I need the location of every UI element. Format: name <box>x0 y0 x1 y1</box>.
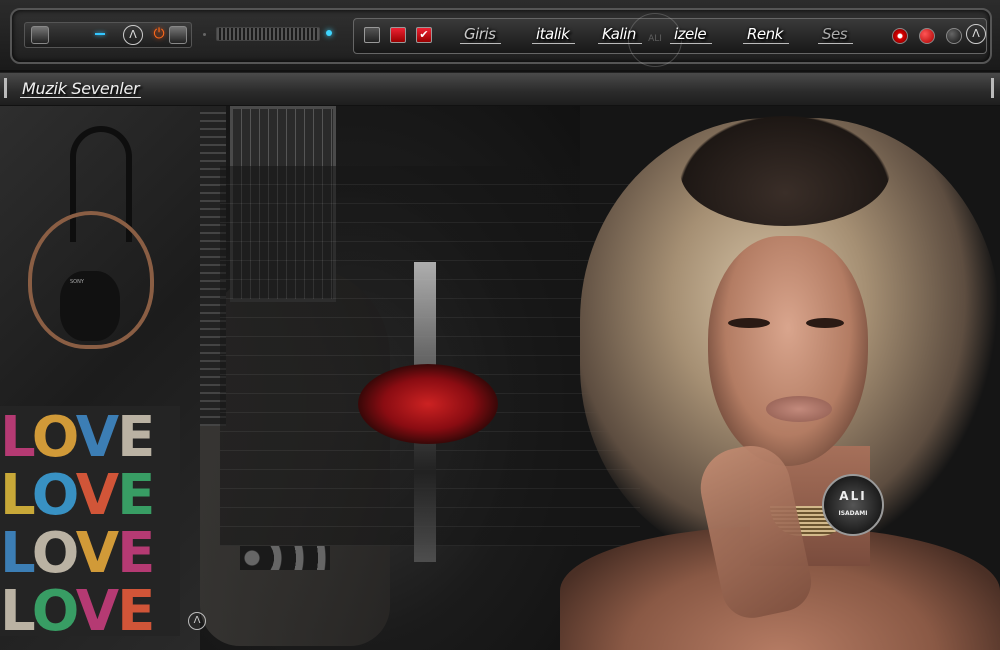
red-round-button[interactable] <box>919 28 935 44</box>
love-letter: V <box>75 463 119 528</box>
love-letter: L <box>0 579 34 644</box>
face <box>708 236 868 466</box>
record-button[interactable] <box>892 28 908 44</box>
sony-label: SONY <box>70 279 84 285</box>
love-letter: E <box>117 579 155 644</box>
love-line: LOVE <box>0 526 155 582</box>
love-line: LOVE <box>0 410 155 466</box>
love-letter: L <box>0 521 34 586</box>
dark-round-button[interactable] <box>946 28 962 44</box>
menu-italik[interactable]: italik <box>531 25 576 44</box>
title-left-marker <box>4 78 7 98</box>
right-eye <box>806 318 844 328</box>
love-letter: L <box>0 463 34 528</box>
gray-square-button[interactable] <box>364 27 380 43</box>
ali-isadami-badge: ALI ISADAMI <box>822 474 884 536</box>
hair-roots <box>680 116 890 226</box>
tuning-knobs <box>240 546 330 570</box>
headphone-panel: SONY LOVE LOVE LOVE LOVE <box>0 106 200 650</box>
left-slider-handle[interactable] <box>31 26 49 44</box>
love-line: LOVE <box>0 468 155 524</box>
logo-a-icon-right[interactable]: Λ <box>966 24 986 44</box>
top-toolbar: Λ ⏻ ✔ Giris italik Kalin ALI izele Renk … <box>0 0 1000 70</box>
bottom-logo-a-icon: Λ <box>188 612 206 630</box>
banner-image: SONY LOVE LOVE LOVE LOVE <box>0 106 1000 650</box>
love-letter: L <box>0 405 34 470</box>
love-letter: O <box>31 463 78 528</box>
love-letter: E <box>117 405 155 470</box>
love-line: LOVE <box>0 584 155 640</box>
mouth <box>766 396 832 422</box>
love-letter: V <box>75 579 119 644</box>
title-right-marker <box>991 78 994 98</box>
red-lips-image <box>358 364 498 444</box>
headphone-cup <box>60 271 120 341</box>
woman-portrait <box>560 106 1000 650</box>
love-letter: E <box>117 463 155 528</box>
left-eye <box>728 318 770 328</box>
separator-dot <box>203 33 206 36</box>
menu-ses[interactable]: Ses <box>817 25 854 44</box>
logo-a-icon: Λ <box>123 25 143 45</box>
right-slider-handle[interactable] <box>169 26 187 44</box>
volume-slider[interactable] <box>216 27 320 41</box>
power-icon[interactable]: ⏻ <box>151 26 167 42</box>
menu-giris[interactable]: Giris <box>459 25 503 44</box>
blue-led-icon <box>326 30 332 36</box>
title-bar: Muzik Sevenler <box>0 72 1000 107</box>
love-typography: LOVE LOVE LOVE LOVE <box>0 406 180 640</box>
love-letter: O <box>31 405 78 470</box>
red-square-button[interactable] <box>390 27 406 43</box>
love-letter: V <box>75 405 119 470</box>
page-title: Muzik Sevenler <box>19 79 142 98</box>
control-panel: Λ ⏻ <box>24 22 192 48</box>
love-letter: O <box>31 521 78 586</box>
menu-izele[interactable]: izele <box>669 25 713 44</box>
love-letter: V <box>75 521 119 586</box>
love-letter: O <box>31 579 78 644</box>
menu-renk[interactable]: Renk <box>743 25 789 44</box>
checkbox-checked[interactable]: ✔ <box>416 27 432 43</box>
love-letter: E <box>117 521 155 586</box>
menu-panel: ✔ Giris italik Kalin ALI izele Renk Ses … <box>353 13 987 67</box>
blue-indicator <box>95 33 105 35</box>
